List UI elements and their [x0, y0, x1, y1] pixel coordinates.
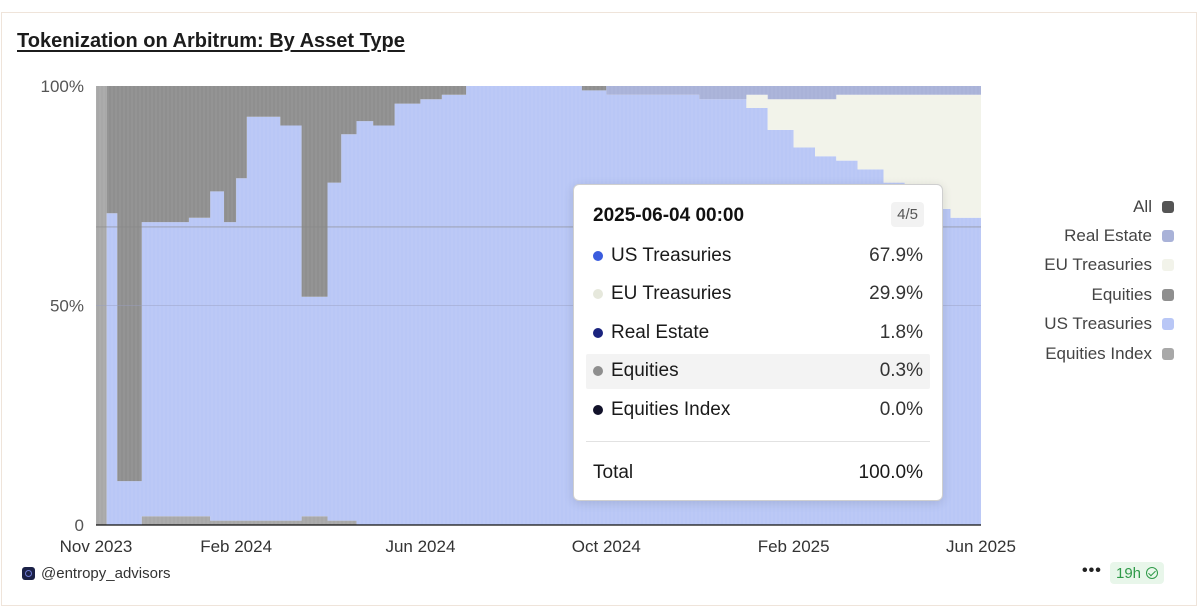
tooltip-series-name: US Treasuries [611, 244, 732, 266]
legend-label: All [1133, 196, 1152, 216]
series-dot-icon [593, 250, 603, 261]
x-tick-label: Feb 2025 [758, 537, 830, 556]
legend-item[interactable]: Equities Index [1045, 339, 1174, 368]
refresh-status-badge[interactable]: 19h [1110, 562, 1165, 584]
legend-item[interactable]: US Treasuries [1044, 310, 1174, 339]
tooltip-total-label: Total [593, 462, 634, 483]
legend-label: Real Estate [1064, 226, 1152, 246]
legend-swatch [1162, 318, 1174, 331]
tooltip-total-row: Total 100.0% [593, 462, 923, 484]
legend-item[interactable]: All [1133, 192, 1174, 221]
x-tick-label: Nov 2023 [60, 537, 133, 556]
tooltip-series-value: 1.8% [879, 321, 923, 343]
tooltip-series-value: 0.3% [879, 360, 923, 381]
check-circle-icon [1146, 567, 1159, 579]
series-dot-icon [593, 404, 603, 415]
tooltip-series-value: 0.0% [879, 398, 923, 420]
series-dot-icon [593, 289, 603, 299]
x-tick-label: Feb 2024 [200, 537, 272, 556]
tooltip-row: Equities 0.3% [586, 353, 930, 389]
footer-handle: @entropy_advisors [41, 565, 171, 582]
tooltip-row: Real Estate 1.8% [586, 315, 930, 350]
legend-swatch [1162, 288, 1174, 301]
legend-swatch [1162, 200, 1174, 213]
tooltip-total-value: 100.0% [858, 462, 923, 483]
tooltip-row: Equities Index 0.0% [586, 392, 930, 427]
legend-swatch [1162, 230, 1174, 243]
tooltip-series-name: Equities Index [611, 398, 731, 420]
legend-label: Equities Index [1045, 343, 1152, 363]
chart-tooltip: 2025-06-04 00:00 4/5 US Treasuries 67.9% E… [573, 184, 943, 501]
legend-swatch [1162, 259, 1174, 272]
legend-item[interactable]: Equities [1092, 280, 1174, 309]
tooltip-date: 2025-06-04 00:00 [593, 205, 745, 226]
tooltip-page-indicator[interactable]: 4/5 [891, 202, 924, 227]
tooltip-series-value: 29.9% [869, 283, 923, 304]
tooltip-row: US Treasuries 67.9% [586, 238, 930, 273]
legend-label: US Treasuries [1044, 314, 1152, 334]
legend-label: EU Treasuries [1044, 255, 1152, 275]
tooltip-series-name: EU Treasuries [611, 283, 732, 304]
legend-swatch [1162, 347, 1174, 360]
series-dot-icon [593, 366, 603, 376]
x-tick-label: Jun 2025 [946, 537, 1016, 556]
y-tick-label: 0 [75, 516, 84, 535]
chart-legend: All Real Estate EU Treasuries Equities US Tr… [1044, 192, 1174, 368]
legend-item[interactable]: EU Treasuries [1044, 251, 1174, 280]
more-options-icon[interactable]: ••• [1082, 562, 1102, 580]
tooltip-series-name: Real Estate [611, 321, 710, 343]
tooltip-row: EU Treasuries 29.9% [586, 277, 930, 312]
y-tick-label: 100% [41, 77, 84, 96]
tooltip-series-name: Equities [611, 360, 679, 381]
x-tick-label: Oct 2024 [572, 537, 641, 556]
tooltip-series-value: 67.9% [869, 244, 923, 266]
x-tick-label: Jun 2024 [385, 537, 455, 556]
tooltip-divider [586, 441, 930, 442]
refresh-age: 19h [1116, 564, 1142, 582]
y-tick-label: 50% [50, 297, 84, 316]
entropy-logo-icon [22, 567, 35, 580]
footer-brand[interactable]: @entropy_advisors [22, 565, 170, 582]
series-dot-icon [593, 327, 603, 338]
legend-label: Equities [1091, 284, 1152, 304]
legend-item[interactable]: Real Estate [1064, 221, 1174, 250]
